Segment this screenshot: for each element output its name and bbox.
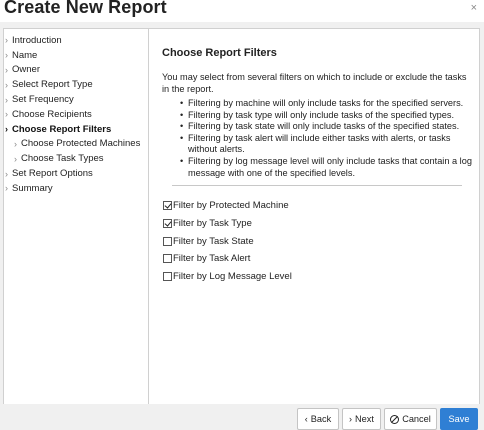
filter-task-type-checkbox[interactable] <box>163 219 172 229</box>
help-bullet: Filtering by task type will only include… <box>180 110 472 122</box>
sidebar-item-select-report-type[interactable]: › Select Report Type <box>4 77 148 92</box>
filter-protected-machine-option[interactable]: Filter by Protected Machine <box>162 197 472 215</box>
sidebar-item-label: Set Report Options <box>12 168 93 180</box>
cancel-button-label: Cancel <box>402 414 431 424</box>
chevron-right-icon: › <box>5 124 8 135</box>
help-bullet: Filtering by log message level will only… <box>180 156 472 179</box>
sidebar-item-choose-recipients[interactable]: › Choose Recipients <box>4 107 148 122</box>
save-button[interactable]: Save <box>440 408 478 430</box>
sidebar-item-label: Choose Task Types <box>21 153 104 165</box>
filter-task-alert-checkbox[interactable] <box>163 254 172 264</box>
sidebar-item-choose-report-filters[interactable]: › Choose Report Filters <box>4 122 148 137</box>
help-bullet: Filtering by task state will only includ… <box>180 121 472 133</box>
sidebar-item-set-report-options[interactable]: › Set Report Options <box>4 166 148 181</box>
chevron-right-icon: › <box>349 414 353 424</box>
checkbox-label: Filter by Task Alert <box>173 253 251 265</box>
sidebar-item-summary[interactable]: › Summary <box>4 181 148 196</box>
chevron-right-icon: › <box>5 64 8 75</box>
next-button[interactable]: › Next <box>342 408 381 430</box>
chevron-right-icon: › <box>5 109 8 120</box>
sidebar-item-owner[interactable]: › Owner <box>4 63 148 78</box>
chevron-right-icon: › <box>5 94 8 105</box>
filter-log-message-level-option[interactable]: Filter by Log Message Level <box>162 268 472 286</box>
checkbox-label: Filter by Task State <box>173 235 254 247</box>
sidebar-item-choose-task-types[interactable]: › Choose Task Types <box>4 151 148 166</box>
dialog-footer: ‹ Back › Next Cancel Save <box>0 404 484 430</box>
filter-log-message-level-checkbox[interactable] <box>163 271 172 281</box>
filter-task-state-checkbox[interactable] <box>163 236 172 246</box>
sidebar-item-label: Select Report Type <box>12 79 93 91</box>
filter-checkbox-list: Filter by Protected Machine Filter by Ta… <box>162 197 472 285</box>
dialog-header: Create New Report × <box>0 0 484 22</box>
dialog-title: Create New Report <box>4 0 167 17</box>
close-icon[interactable]: × <box>471 3 477 14</box>
sidebar-item-label: Choose Recipients <box>12 108 92 120</box>
divider <box>172 185 462 187</box>
chevron-right-icon: › <box>5 79 8 90</box>
cancel-icon <box>390 414 400 424</box>
filter-task-state-option[interactable]: Filter by Task State <box>162 232 472 250</box>
chevron-right-icon: › <box>14 153 17 164</box>
filter-protected-machine-checkbox[interactable] <box>163 201 172 211</box>
sidebar-item-label: Choose Report Filters <box>12 123 112 135</box>
sidebar-item-set-frequency[interactable]: › Set Frequency <box>4 92 148 107</box>
wizard-steps-sidebar: › Introduction › Name › Owner › Select Repor… <box>4 29 149 404</box>
sidebar-item-label: Summary <box>12 182 53 194</box>
checkbox-label: Filter by Log Message Level <box>173 270 292 282</box>
filter-task-type-option[interactable]: Filter by Task Type <box>162 215 472 233</box>
checkbox-label: Filter by Task Type <box>173 218 252 230</box>
sidebar-item-label: Introduction <box>12 34 62 46</box>
help-bullet: Filtering by machine will only include t… <box>180 98 472 110</box>
chevron-left-icon: ‹ <box>304 414 308 424</box>
sidebar-item-label: Set Frequency <box>12 94 74 106</box>
cancel-button[interactable]: Cancel <box>384 408 437 430</box>
sidebar-item-name[interactable]: › Name <box>4 48 148 63</box>
save-button-label: Save <box>448 414 470 424</box>
section-title: Choose Report Filters <box>162 47 277 59</box>
chevron-right-icon: › <box>5 50 8 61</box>
chevron-right-icon: › <box>5 183 8 194</box>
sidebar-item-introduction[interactable]: › Introduction <box>4 33 148 48</box>
chevron-right-icon: › <box>14 138 17 149</box>
help-bullet: Filtering by task alert will include eit… <box>180 133 472 156</box>
dialog-body: › Introduction › Name › Owner › Select Repor… <box>0 22 484 405</box>
filter-help-list: Filtering by machine will only include t… <box>180 98 472 179</box>
back-button[interactable]: ‹ Back <box>297 408 339 430</box>
content-frame: › Introduction › Name › Owner › Select Repor… <box>3 28 480 405</box>
sidebar-item-label: Owner <box>12 64 40 76</box>
filters-panel: Choose Report Filters You may select fro… <box>162 47 472 285</box>
chevron-right-icon: › <box>5 168 8 179</box>
back-button-label: Back <box>310 414 332 424</box>
checkbox-label: Filter by Protected Machine <box>173 200 289 212</box>
next-button-label: Next <box>355 414 374 424</box>
sidebar-item-label: Name <box>12 49 38 61</box>
chevron-right-icon: › <box>5 35 8 46</box>
intro-text: You may select from several filters on w… <box>162 72 467 94</box>
sidebar-item-label: Choose Protected Machines <box>21 138 141 150</box>
filter-task-alert-option[interactable]: Filter by Task Alert <box>162 250 472 268</box>
sidebar-item-choose-protected-machines[interactable]: › Choose Protected Machines <box>4 137 148 152</box>
